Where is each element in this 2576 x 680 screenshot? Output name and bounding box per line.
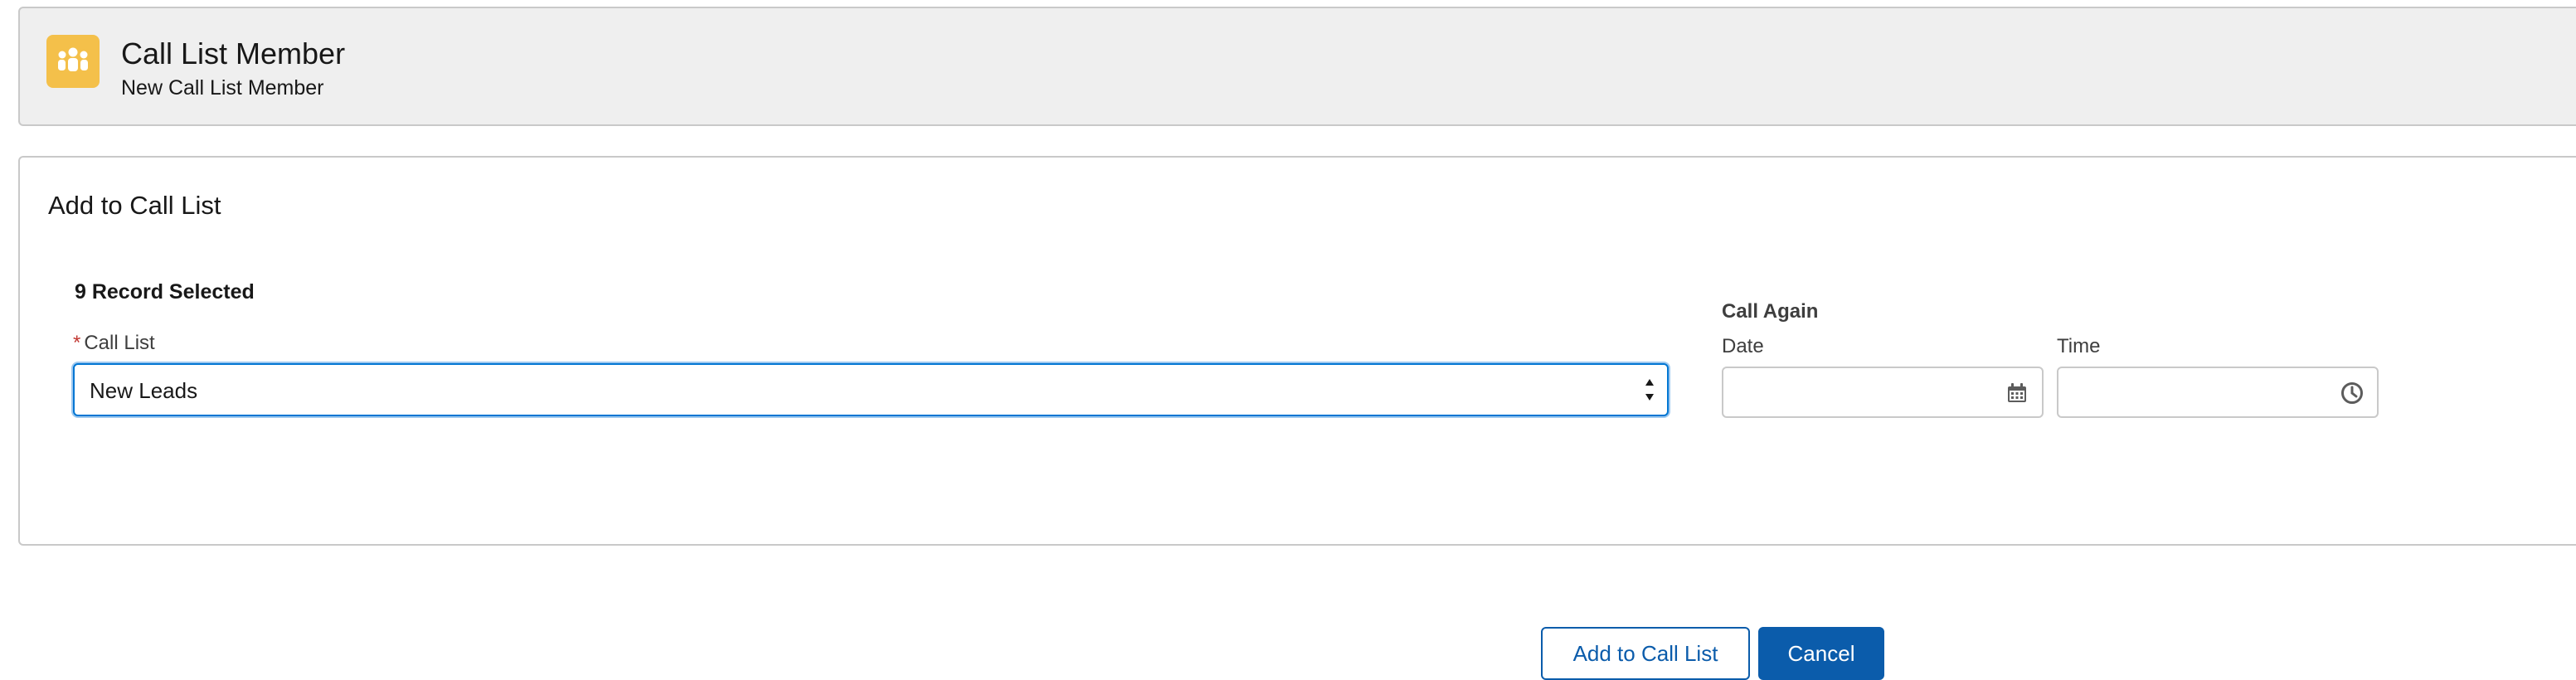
calendar-icon[interactable] bbox=[2005, 381, 2029, 405]
clock-icon[interactable] bbox=[2340, 381, 2364, 405]
required-marker: * bbox=[73, 332, 81, 354]
records-selected-count: 9 Record Selected bbox=[75, 280, 255, 304]
select-arrows-icon bbox=[1645, 379, 1654, 401]
date-field[interactable] bbox=[1722, 367, 2044, 418]
time-field[interactable] bbox=[2057, 367, 2379, 418]
call-list-selected-value: New Leads bbox=[90, 378, 198, 403]
call-list-label-text: Call List bbox=[84, 332, 155, 354]
call-list-select[interactable]: New Leads bbox=[73, 363, 1669, 416]
add-to-call-list-button[interactable]: Add to Call List bbox=[1541, 627, 1750, 680]
date-input[interactable] bbox=[1723, 368, 1979, 416]
card-title: Add to Call List bbox=[48, 191, 221, 220]
cancel-button[interactable]: Cancel bbox=[1758, 627, 1884, 680]
page-title: Call List Member bbox=[121, 36, 346, 70]
call-list-label: * Call List bbox=[73, 332, 155, 355]
people-icon bbox=[46, 35, 100, 88]
time-input[interactable] bbox=[2058, 368, 2314, 416]
add-to-call-list-card: Add to Call List 9 Record Selected * Call… bbox=[18, 156, 2576, 680]
time-label: Time bbox=[2057, 335, 2101, 357]
call-again-label: Call Again bbox=[1722, 300, 1819, 323]
date-label: Date bbox=[1722, 335, 1764, 357]
page-subtitle: New Call List Member bbox=[121, 76, 324, 100]
page-header: Call List Member New Call List Member bbox=[18, 7, 2576, 126]
